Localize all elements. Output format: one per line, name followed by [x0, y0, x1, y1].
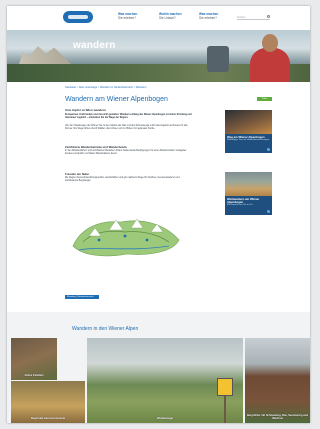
trail-sign-image: [217, 378, 233, 396]
article-intro: Entspannen, Kraft tanken und Aussicht ge…: [65, 114, 192, 120]
article-heading-3: Freuden der Natur: [65, 172, 90, 176]
arrow-icon: [267, 148, 270, 151]
related-tile-3-caption: Wanderwege: [157, 416, 173, 420]
signpost-image: [224, 396, 226, 423]
breadcrumb[interactable]: Startseite > Aktiv unterwegs > Wandern i…: [65, 86, 146, 89]
related-tile-1[interactable]: Aktive Familien: [11, 338, 57, 380]
sidebar-card-1-sub: Mehrtägige Tour mit Hüttenübernachtungen: [227, 138, 270, 141]
sidebar-card-2[interactable]: Weitwandern am Wiener Alpenbogen Mit Gep…: [225, 172, 272, 215]
hiker-body: [250, 48, 290, 82]
nav-item-1[interactable]: Was machen Sie erleben?: [118, 12, 137, 21]
region-map[interactable]: [69, 206, 183, 260]
related-title: Wandern in den Wiener Alpen: [72, 326, 139, 332]
share-button[interactable]: Teilen: [257, 97, 272, 101]
article-paragraph-3: Die Region bietet abwechslungsreiche Lan…: [65, 177, 180, 183]
site-logo[interactable]: [63, 11, 93, 23]
hero-binocular-image: [207, 46, 229, 72]
article-paragraph-1: Von den Hausbergen der Wiener bis zu den…: [65, 125, 188, 131]
nav-item-2[interactable]: Wohin machen Sie Urlaub?: [159, 12, 182, 21]
hiker-head: [262, 34, 278, 52]
nav-item-2-sub: Sie Urlaub?: [159, 15, 176, 20]
related-tile-4-caption: Bergdörfer mit Schneeberg, Rax, Semmerin…: [247, 413, 308, 420]
related-tile-4[interactable]: Bergdörfer mit Schneeberg, Rax, Semmerin…: [245, 338, 310, 423]
search-icon[interactable]: [267, 15, 270, 18]
tag-button[interactable]: Wandern | Niederösterreich: [65, 295, 99, 299]
hero-banner: wandern: [7, 30, 310, 82]
related-tile-1-caption: Aktive Familien: [24, 373, 44, 377]
sidebar-card-1[interactable]: Weg am Wiener Alpenbogen Mehrtägige Tour…: [225, 110, 272, 153]
nav-item-3-sub: Sie erleben?: [199, 15, 217, 20]
sidebar-card-2-sub: Mit Gepäck von Ort zu Ort: [227, 204, 253, 207]
hero-hiker-image: [242, 30, 310, 82]
site-header: Was machen Sie erleben? Wohin machen Sie…: [7, 6, 310, 30]
page-title: Wandern am Wiener Alpenbogen: [65, 96, 168, 103]
search-input[interactable]: Suche: [237, 15, 270, 20]
article-heading-2: Zertifizierte Wanderbetriebe und Wanderh…: [65, 145, 127, 149]
nav-item-3[interactable]: Was machen Sie erleben?: [199, 12, 218, 21]
arrow-icon: [267, 210, 270, 213]
sidebar-card-1-image: [225, 110, 272, 134]
related-tile-2[interactable]: Regionale Genussmomente: [11, 381, 85, 423]
article-paragraph-2: In den Wanderdörfern und zertifizierten …: [65, 150, 187, 156]
sidebar-card-2-image: [225, 172, 272, 196]
nav-item-1-sub: Sie erleben?: [118, 15, 136, 20]
article-subtitle: Vom Gipfel zu Wien wandern: [65, 108, 106, 112]
page-frame: Was machen Sie erleben? Wohin machen Sie…: [7, 6, 310, 423]
hero-title: wandern: [73, 40, 116, 51]
search-placeholder: Suche: [237, 15, 246, 19]
related-tile-2-caption: Regionale Genussmomente: [30, 416, 66, 420]
